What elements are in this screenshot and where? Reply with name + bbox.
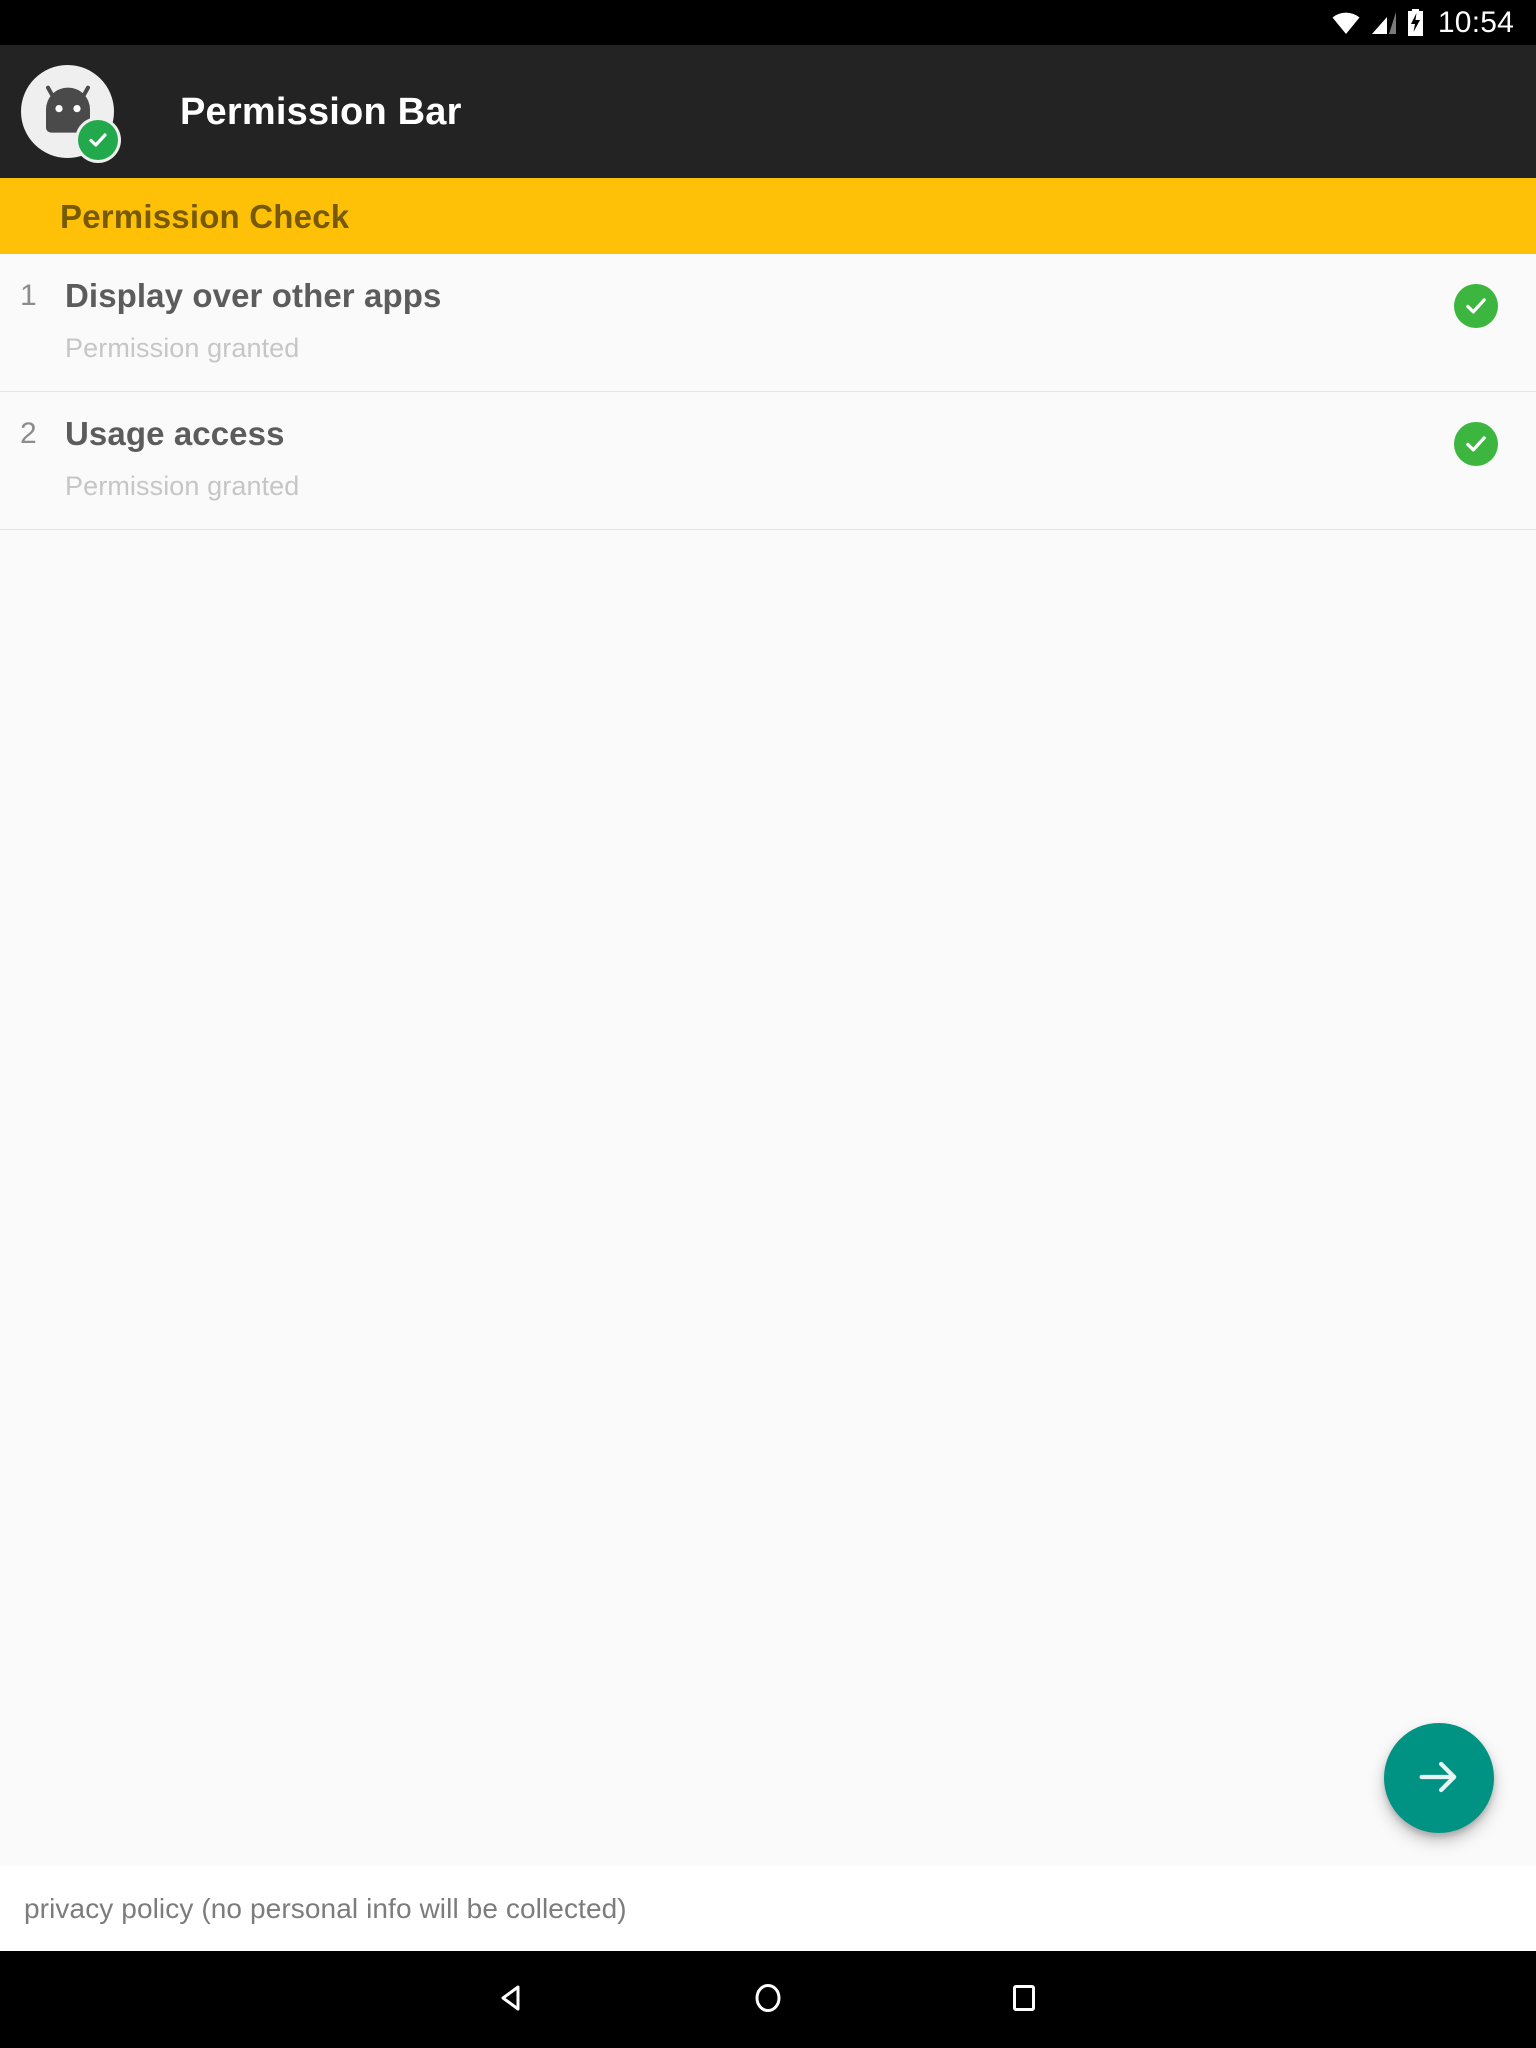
page-title: Permission Bar bbox=[180, 90, 462, 133]
permission-subtitle: Permission granted bbox=[65, 333, 300, 363]
permission-text: Display over other apps Permission grant… bbox=[60, 276, 1416, 365]
status-bar-icons bbox=[1331, 9, 1425, 36]
back-icon bbox=[494, 1980, 530, 2019]
nav-back-button[interactable] bbox=[384, 1951, 640, 2048]
privacy-policy-link[interactable]: privacy policy (no personal info will be… bbox=[24, 1894, 627, 1923]
permission-status bbox=[1416, 276, 1536, 328]
android-app-icon bbox=[21, 65, 118, 160]
permission-status bbox=[1416, 414, 1536, 466]
section-header: Permission Check bbox=[0, 178, 1536, 254]
section-header-title: Permission Check bbox=[60, 197, 350, 235]
permission-subtitle: Permission granted bbox=[65, 471, 300, 501]
wifi-icon bbox=[1331, 11, 1361, 35]
next-fab-button[interactable] bbox=[1384, 1723, 1494, 1833]
check-circle-icon bbox=[1454, 284, 1498, 328]
permission-index: 1 bbox=[20, 279, 37, 312]
nav-home-button[interactable] bbox=[640, 1951, 896, 2048]
permission-row-2[interactable]: 2 Usage access Permission granted bbox=[0, 392, 1536, 530]
permission-list: 1 Display over other apps Permission gra… bbox=[0, 254, 1536, 1866]
app-screen: 10:54 Permission Bar Permission Check 1 … bbox=[0, 0, 1536, 2048]
permission-title: Usage access bbox=[65, 415, 285, 452]
status-bar-time: 10:54 bbox=[1437, 5, 1514, 39]
check-circle-icon bbox=[1454, 422, 1498, 466]
permission-text: Usage access Permission granted bbox=[60, 414, 1416, 503]
permission-title: Display over other apps bbox=[65, 277, 442, 314]
footer: privacy policy (no personal info will be… bbox=[0, 1866, 1536, 1951]
recents-icon bbox=[1006, 1980, 1042, 2019]
permission-index: 2 bbox=[20, 417, 37, 450]
status-bar: 10:54 bbox=[0, 0, 1536, 45]
nav-recents-button[interactable] bbox=[896, 1951, 1152, 2048]
permission-row-1[interactable]: 1 Display over other apps Permission gra… bbox=[0, 254, 1536, 392]
check-badge-icon bbox=[78, 120, 118, 160]
battery-charging-icon bbox=[1406, 9, 1425, 36]
cellular-signal-icon bbox=[1370, 11, 1397, 35]
arrow-right-icon bbox=[1413, 1751, 1465, 1806]
app-toolbar: Permission Bar bbox=[0, 45, 1536, 178]
home-icon bbox=[750, 1980, 786, 2019]
system-navigation-bar bbox=[0, 1951, 1536, 2048]
